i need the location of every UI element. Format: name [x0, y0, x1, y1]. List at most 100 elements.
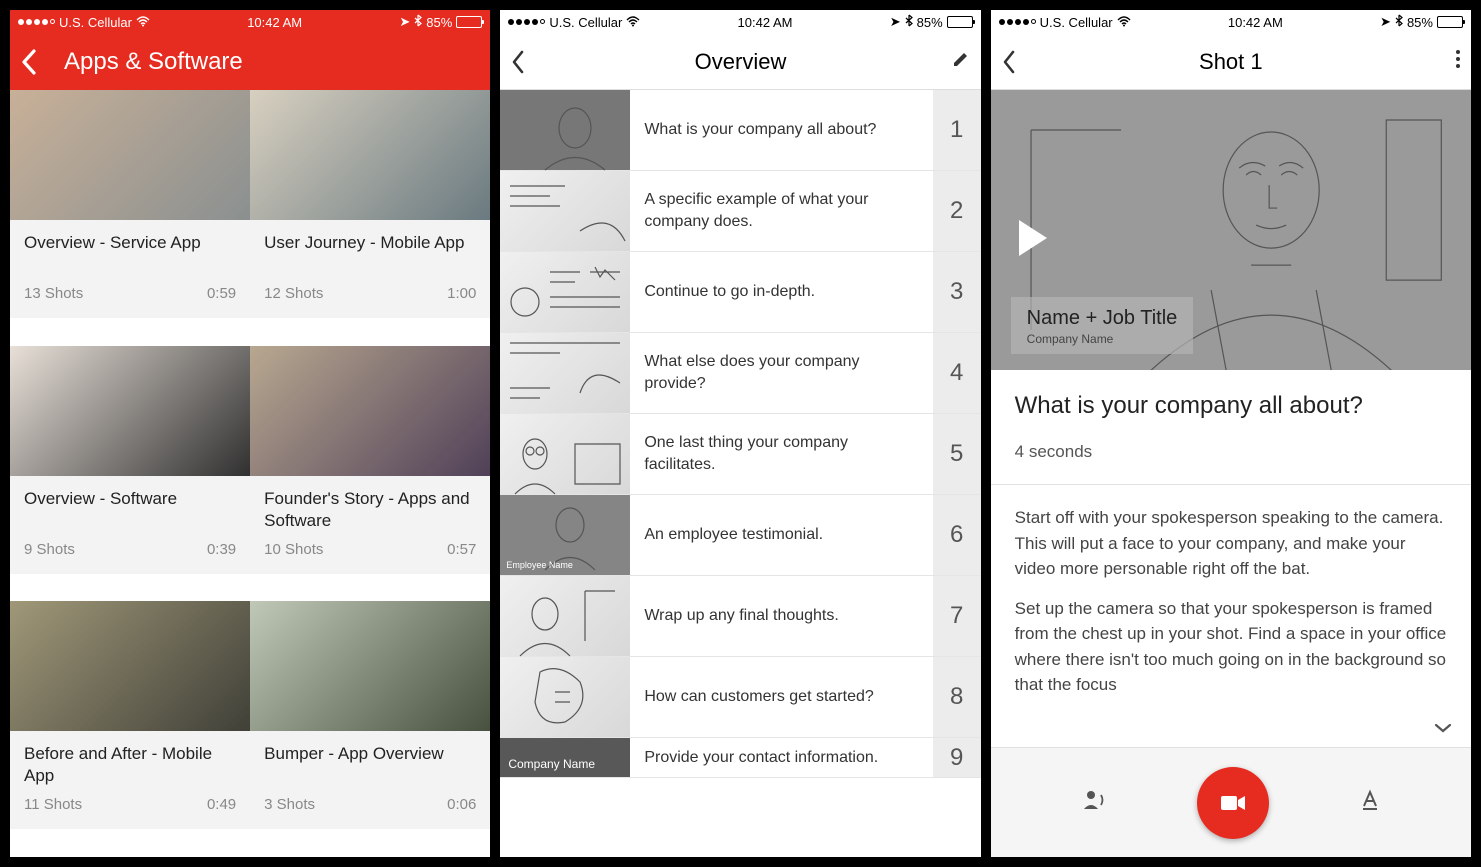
edit-button[interactable] — [931, 49, 971, 75]
lower-third-caption: Name + Job Title Company Name — [1011, 297, 1194, 354]
card-title: User Journey - Mobile App — [264, 232, 476, 254]
play-icon[interactable] — [1019, 220, 1047, 256]
shot-description: A specific example of what your company … — [630, 171, 932, 251]
screen-templates: U.S. Cellular 10:42 AM ➤ 85% Apps & Soft… — [10, 10, 490, 857]
text-style-button[interactable] — [1359, 789, 1381, 817]
navbar: Shot 1 — [991, 34, 1471, 90]
bluetooth-icon — [905, 14, 913, 30]
shot-description: How can customers get started? — [630, 657, 932, 737]
template-card[interactable]: Bumper - App Overview 3 Shots 0:06 — [250, 601, 490, 857]
template-card[interactable]: Overview - Software 9 Shots 0:39 — [10, 346, 250, 602]
card-duration: 0:57 — [447, 541, 476, 558]
shot-duration: 4 seconds — [1015, 442, 1447, 462]
shot-description: What is your company all about? — [630, 90, 932, 170]
shot-number: 7 — [933, 576, 981, 656]
card-duration: 0:49 — [207, 796, 236, 813]
shot-row[interactable]: How can customers get started? 8 — [500, 657, 980, 738]
bluetooth-icon — [414, 14, 422, 30]
shot-description: What else does your company provide? — [630, 333, 932, 413]
wifi-icon — [136, 15, 150, 30]
battery-icon — [947, 16, 973, 28]
card-title: Overview - Service App — [24, 232, 236, 254]
shot-row[interactable]: What else does your company provide? 4 — [500, 333, 980, 414]
carrier-label: U.S. Cellular — [1040, 15, 1113, 30]
wifi-icon — [1117, 15, 1131, 30]
back-button[interactable] — [1001, 49, 1041, 75]
shot-thumbnail: Company Name — [500, 738, 630, 777]
thumb-caption: Employee Name — [506, 561, 573, 571]
shot-number: 8 — [933, 657, 981, 737]
card-shots: 12 Shots — [264, 285, 323, 302]
shot-description: An employee testimonial. — [630, 495, 932, 575]
shot-row[interactable]: Employee Name An employee testimonial. 6 — [500, 495, 980, 576]
back-button[interactable] — [20, 48, 60, 76]
bluetooth-icon — [1395, 14, 1403, 30]
carrier-label: U.S. Cellular — [549, 15, 622, 30]
template-card[interactable]: Overview - Service App 13 Shots0:59 — [10, 90, 250, 346]
status-bar: U.S. Cellular 10:42 AM ➤ 85% — [991, 10, 1471, 34]
status-bar: U.S. Cellular 10:42 AM ➤ 85% — [500, 10, 980, 34]
more-button[interactable] — [1421, 49, 1461, 75]
shot-number: 9 — [933, 738, 981, 777]
shot-thumbnail — [500, 657, 630, 737]
status-bar: U.S. Cellular 10:42 AM ➤ 85% — [10, 10, 490, 34]
shot-row[interactable]: Continue to go in-depth. 3 — [500, 252, 980, 333]
card-title: Bumper - App Overview — [264, 743, 476, 765]
card-shots: 3 Shots — [264, 796, 315, 813]
shot-thumbnail — [500, 252, 630, 332]
card-shots: 9 Shots — [24, 541, 75, 558]
page-title: Overview — [550, 49, 930, 75]
template-card[interactable]: Founder's Story - Apps and Software 10 S… — [250, 346, 490, 602]
screen-overview: U.S. Cellular 10:42 AM ➤ 85% Overview — [500, 10, 980, 857]
card-thumbnail — [250, 346, 490, 476]
battery-icon — [1437, 16, 1463, 28]
shot-number: 2 — [933, 171, 981, 251]
shot-row[interactable]: What is your company all about? 1 — [500, 90, 980, 171]
card-duration: 0:59 — [207, 285, 236, 302]
location-icon: ➤ — [1380, 14, 1391, 30]
voiceover-button[interactable] — [1081, 787, 1107, 819]
template-card[interactable]: User Journey - Mobile App 12 Shots1:00 — [250, 90, 490, 346]
thumb-caption: Company Name — [508, 757, 595, 771]
navbar: Apps & Software — [10, 34, 490, 90]
shot-row[interactable]: Company Name Provide your contact inform… — [500, 738, 980, 778]
caption-subtitle: Company Name — [1027, 332, 1178, 346]
card-title: Before and After - Mobile App — [24, 743, 236, 787]
card-duration: 0:39 — [207, 541, 236, 558]
record-button[interactable] — [1197, 767, 1269, 839]
shot-thumbnail: Employee Name — [500, 495, 630, 575]
shot-direction-p2: Set up the camera so that your spokesper… — [1015, 596, 1447, 698]
shot-row[interactable]: One last thing your company facilitates.… — [500, 414, 980, 495]
shot-description: Wrap up any final thoughts. — [630, 576, 932, 656]
bottom-toolbar — [991, 747, 1471, 857]
card-thumbnail — [250, 90, 490, 220]
battery-pct-label: 85% — [1407, 15, 1433, 30]
battery-pct-label: 85% — [917, 15, 943, 30]
expand-button[interactable] — [1433, 718, 1453, 739]
shot-question: What is your company all about? — [1015, 392, 1447, 420]
shot-thumbnail — [500, 171, 630, 251]
card-shots: 11 Shots — [24, 796, 82, 813]
shot-thumbnail — [500, 576, 630, 656]
card-title: Overview - Software — [24, 488, 236, 510]
back-button[interactable] — [510, 49, 550, 75]
shot-description: Provide your contact information. — [630, 738, 932, 777]
card-thumbnail — [10, 346, 250, 476]
clock-label: 10:42 AM — [738, 15, 793, 30]
card-title: Founder's Story - Apps and Software — [264, 488, 476, 532]
navbar: Overview — [500, 34, 980, 90]
shot-detail-body: What is your company all about? 4 second… — [991, 370, 1471, 730]
shot-row[interactable]: A specific example of what your company … — [500, 171, 980, 252]
shot-preview[interactable]: Name + Job Title Company Name — [991, 90, 1471, 370]
battery-pct-label: 85% — [426, 15, 452, 30]
caption-title: Name + Job Title — [1027, 307, 1178, 330]
card-shots: 10 Shots — [264, 541, 323, 558]
card-duration: 0:06 — [447, 796, 476, 813]
shot-thumbnail — [500, 333, 630, 413]
screen-shot-detail: U.S. Cellular 10:42 AM ➤ 85% Shot 1 — [991, 10, 1471, 857]
shot-row[interactable]: Wrap up any final thoughts. 7 — [500, 576, 980, 657]
template-card[interactable]: Before and After - Mobile App 11 Shots 0:… — [10, 601, 250, 857]
location-icon: ➤ — [890, 14, 901, 30]
shot-number: 5 — [933, 414, 981, 494]
card-thumbnail — [250, 601, 490, 731]
